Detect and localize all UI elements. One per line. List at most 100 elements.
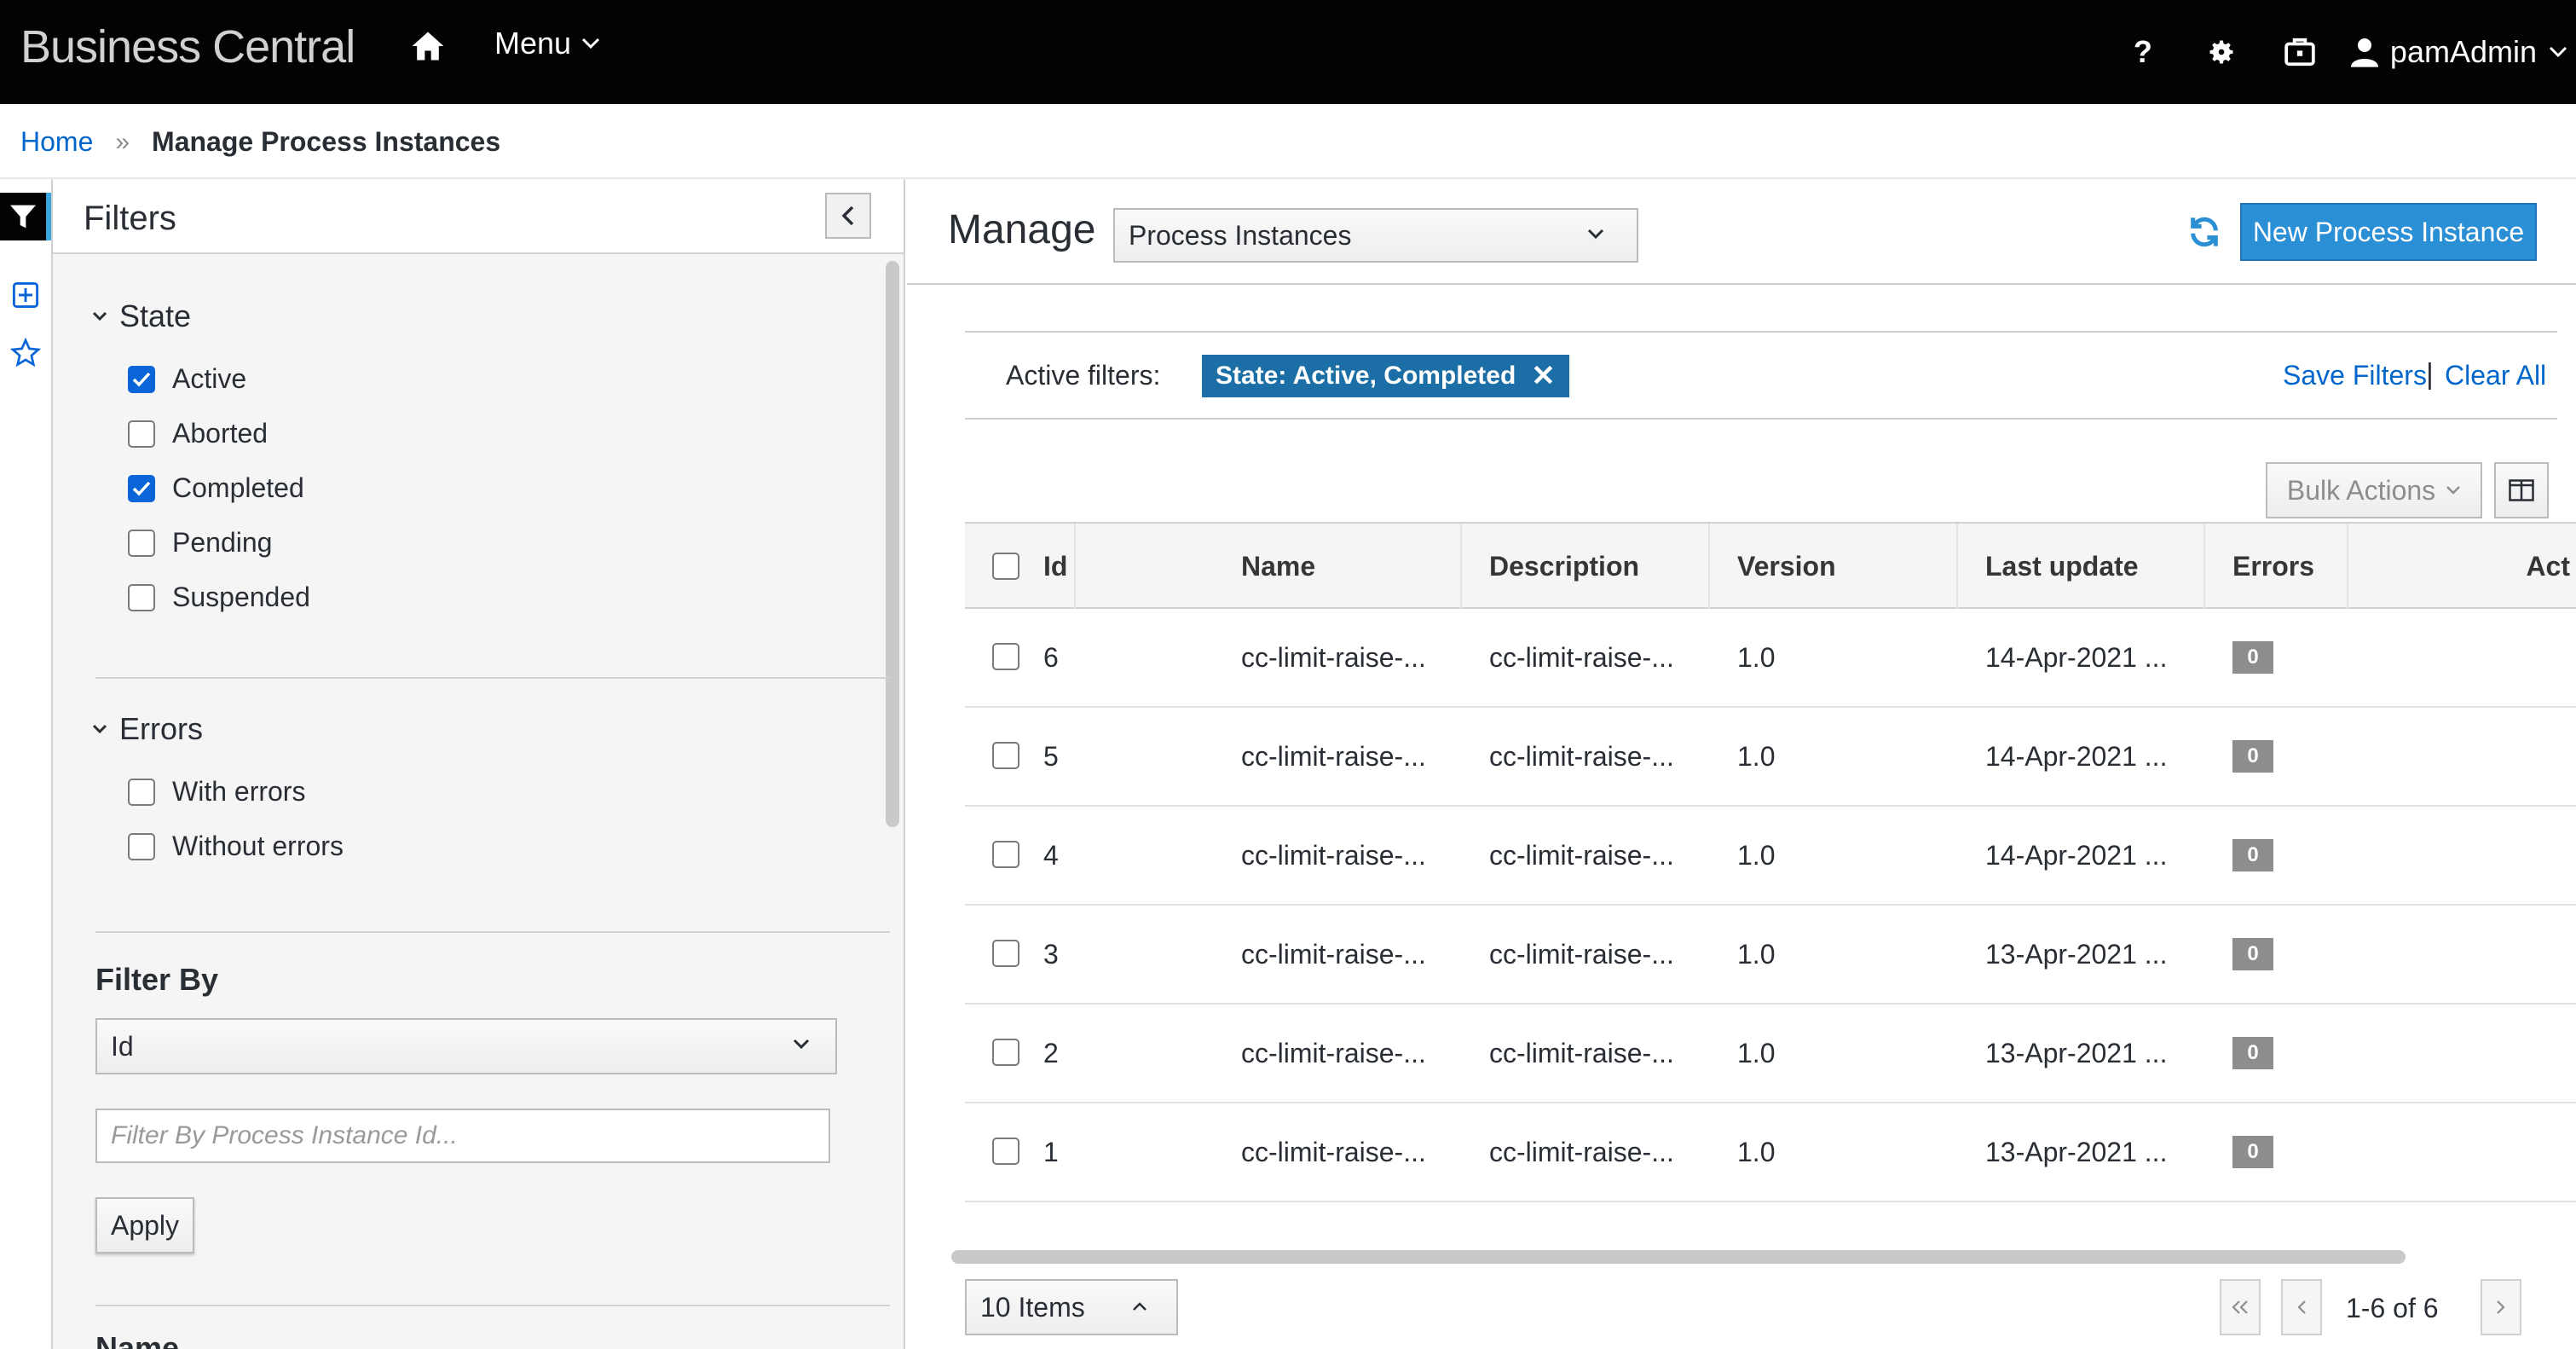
first-page-button[interactable] — [2220, 1279, 2261, 1335]
cell-last-update: 14-Apr-2021 ... — [1985, 740, 2168, 772]
cell-name: cc-limit-raise-... — [1241, 839, 1426, 871]
chevron-down-icon — [1587, 229, 1604, 240]
refresh-icon[interactable] — [2184, 211, 2225, 252]
table-row[interactable]: 6 cc-limit-raise-... cc-limit-raise-... 1.0… — [965, 609, 2576, 708]
page-size-select[interactable]: 10 Items — [965, 1279, 1178, 1335]
cell-id: 2 — [1043, 1037, 1059, 1068]
next-page-button[interactable] — [2481, 1279, 2521, 1335]
brand-logo[interactable]: Business Central — [20, 20, 355, 73]
checkbox-label: Active — [172, 363, 247, 394]
new-process-instance-button[interactable]: New Process Instance — [2240, 203, 2537, 261]
chevron-right-icon — [2497, 1300, 2505, 1314]
table-horizontal-scrollbar[interactable] — [951, 1250, 2406, 1264]
star-icon[interactable] — [0, 329, 51, 377]
page-size-value: 10 Items — [980, 1291, 1085, 1323]
previous-page-button[interactable] — [2281, 1279, 2322, 1335]
section-divider — [95, 677, 890, 679]
checkbox[interactable] — [128, 529, 155, 557]
errors-badge[interactable]: 0 — [2232, 839, 2273, 871]
icon-rail — [0, 179, 53, 1349]
gear-icon[interactable] — [2182, 0, 2261, 104]
column-header-errors[interactable]: Errors — [2205, 524, 2348, 609]
state-option-aborted[interactable]: Aborted — [128, 418, 268, 449]
column-header-actions[interactable]: Act — [2348, 524, 2576, 609]
cell-version: 1.0 — [1737, 839, 1776, 871]
column-header-name[interactable]: Name — [1214, 524, 1462, 609]
table-row[interactable]: 5 cc-limit-raise-... cc-limit-raise-... 1.0… — [965, 708, 2576, 807]
state-option-active[interactable]: Active — [128, 363, 246, 395]
checkbox[interactable] — [128, 832, 155, 860]
process-instances-table: Id Name Description Version Last update … — [965, 522, 2576, 1221]
errors-section-title: Errors — [119, 711, 203, 746]
state-option-pending[interactable]: Pending — [128, 527, 272, 559]
checkbox[interactable] — [128, 420, 155, 448]
column-header-version[interactable]: Version — [1710, 524, 1958, 609]
table-row[interactable]: 3 cc-limit-raise-... cc-limit-raise-... 1.0… — [965, 906, 2576, 1005]
errors-badge[interactable]: 0 — [2232, 740, 2273, 773]
errors-option-with[interactable]: With errors — [128, 776, 305, 808]
table-row[interactable]: 1 cc-limit-raise-... cc-limit-raise-... 1.0… — [965, 1103, 2576, 1202]
breadcrumb-current: Manage Process Instances — [152, 126, 501, 157]
checkbox[interactable] — [128, 365, 155, 393]
column-picker-button[interactable] — [2494, 462, 2549, 518]
errors-badge[interactable]: 0 — [2232, 938, 2273, 970]
bulk-actions-label: Bulk Actions — [2286, 474, 2436, 506]
checkbox-label: Aborted — [172, 418, 269, 449]
cell-id: 4 — [1043, 839, 1059, 871]
column-header-last-update[interactable]: Last update — [1958, 524, 2205, 609]
view-select[interactable]: Process Instances — [1113, 208, 1638, 263]
errors-badge[interactable]: 0 — [2232, 641, 2273, 674]
home-icon[interactable] — [409, 27, 447, 65]
checkbox[interactable] — [128, 474, 155, 502]
cell-version: 1.0 — [1737, 1136, 1776, 1167]
apply-button[interactable]: Apply — [95, 1197, 194, 1253]
divider — [965, 331, 2557, 333]
state-option-suspended[interactable]: Suspended — [128, 582, 310, 613]
errors-section-toggle[interactable]: Errors — [92, 711, 203, 747]
clear-all-link[interactable]: Clear All — [2445, 360, 2546, 391]
filters-scrollbar[interactable] — [886, 261, 899, 827]
checkbox[interactable] — [128, 583, 155, 611]
cell-version: 1.0 — [1737, 740, 1776, 772]
breadcrumb-separator-icon: » — [115, 127, 130, 156]
cell-id: 6 — [1043, 641, 1059, 673]
checkbox-label: Suspended — [172, 582, 310, 612]
double-chevron-left-icon — [2232, 1300, 2248, 1314]
cell-last-update: 13-Apr-2021 ... — [1985, 938, 2168, 970]
chevron-down-icon — [793, 1039, 810, 1050]
cell-errors: 0 — [2205, 708, 2273, 805]
add-filter-icon[interactable] — [0, 271, 51, 319]
user-menu[interactable]: pamAdmin — [2350, 34, 2576, 70]
bulk-actions-button[interactable]: Bulk Actions — [2266, 462, 2482, 518]
state-section-title: State — [119, 298, 192, 333]
column-header-description[interactable]: Description — [1462, 524, 1710, 609]
checkbox-label: With errors — [172, 776, 306, 807]
errors-option-without[interactable]: Without errors — [128, 831, 344, 862]
chip-label: State: Active, Completed — [1216, 362, 1516, 390]
state-section-toggle[interactable]: State — [92, 298, 191, 334]
briefcase-icon[interactable] — [2261, 0, 2339, 104]
filter-by-select[interactable]: Id — [95, 1018, 837, 1074]
checkbox[interactable] — [128, 778, 155, 806]
state-option-completed[interactable]: Completed — [128, 472, 304, 504]
close-icon[interactable]: ✕ — [1531, 359, 1556, 393]
cell-id: 5 — [1043, 740, 1059, 772]
table-row[interactable]: 4 cc-limit-raise-... cc-limit-raise-... 1.0… — [965, 807, 2576, 906]
filter-icon[interactable] — [0, 193, 51, 240]
link-separator: | — [2426, 358, 2434, 391]
menu-dropdown[interactable]: Menu — [494, 26, 600, 61]
chevron-down-icon — [92, 311, 107, 321]
collapse-panel-button[interactable] — [825, 193, 871, 239]
filter-by-input[interactable] — [95, 1109, 830, 1163]
filters-header: Filters — [53, 179, 904, 254]
errors-badge[interactable]: 0 — [2232, 1037, 2273, 1069]
save-filters-link[interactable]: Save Filters — [2283, 360, 2427, 391]
help-icon[interactable]: ? — [2104, 0, 2182, 104]
cell-description: cc-limit-raise-... — [1489, 938, 1674, 970]
active-filters-label: Active filters: — [1006, 360, 1161, 391]
column-header-id[interactable]: Id — [1016, 524, 1214, 609]
table-row[interactable]: 2 cc-limit-raise-... cc-limit-raise-... 1.0… — [965, 1005, 2576, 1103]
errors-badge[interactable]: 0 — [2232, 1136, 2273, 1168]
breadcrumb-home-link[interactable]: Home — [20, 126, 93, 158]
cell-errors: 0 — [2205, 609, 2273, 706]
